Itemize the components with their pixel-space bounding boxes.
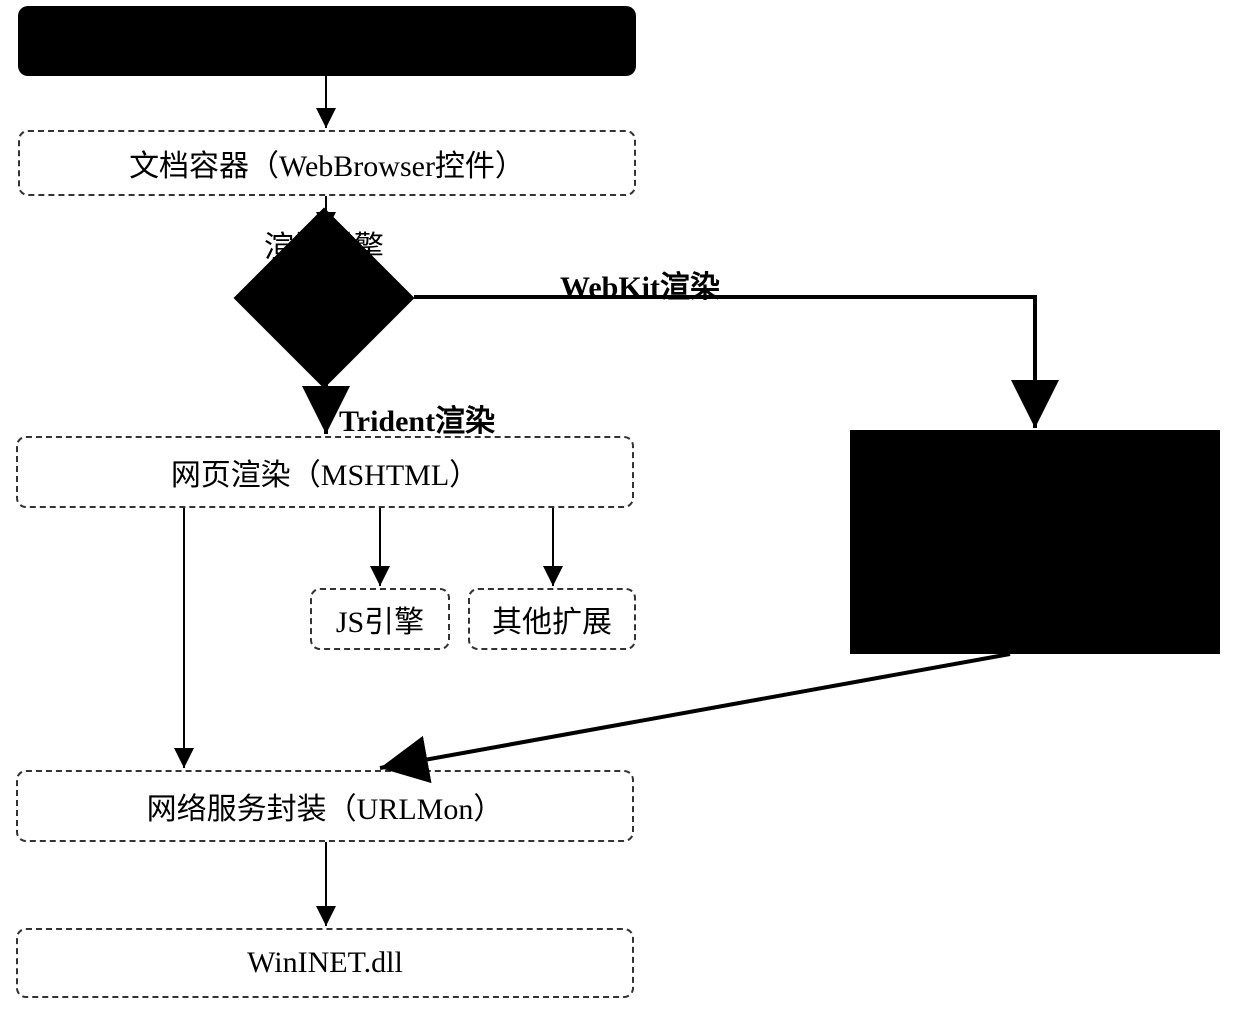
- urlmon-box: 网络服务封装（URLMon）: [16, 770, 634, 842]
- doc-container-box: 文档容器（WebBrowser控件）: [18, 130, 636, 196]
- other-ext-label: 其他扩展: [492, 597, 612, 641]
- web-render-box: 网页渲染（MSHTML）: [16, 436, 634, 508]
- branch-down-label: Trident渲染: [339, 396, 495, 440]
- urlmon-label: 网络服务封装（URLMon）: [147, 784, 504, 828]
- js-engine-box: JS引擎: [310, 588, 450, 650]
- top-box: [18, 6, 636, 76]
- decision-caption: 渲染引擎: [260, 222, 388, 266]
- wininet-box: WinINET.dll: [16, 928, 634, 998]
- webkit-box: [850, 430, 1220, 654]
- doc-container-label: 文档容器（WebBrowser控件）: [129, 141, 525, 185]
- web-render-label: 网页渲染（MSHTML）: [171, 450, 479, 494]
- other-ext-box: 其他扩展: [468, 588, 636, 650]
- wininet-label: WinINET.dll: [247, 946, 403, 980]
- branch-right-label: WebKit渲染: [560, 262, 720, 306]
- js-engine-label: JS引擎: [336, 597, 424, 641]
